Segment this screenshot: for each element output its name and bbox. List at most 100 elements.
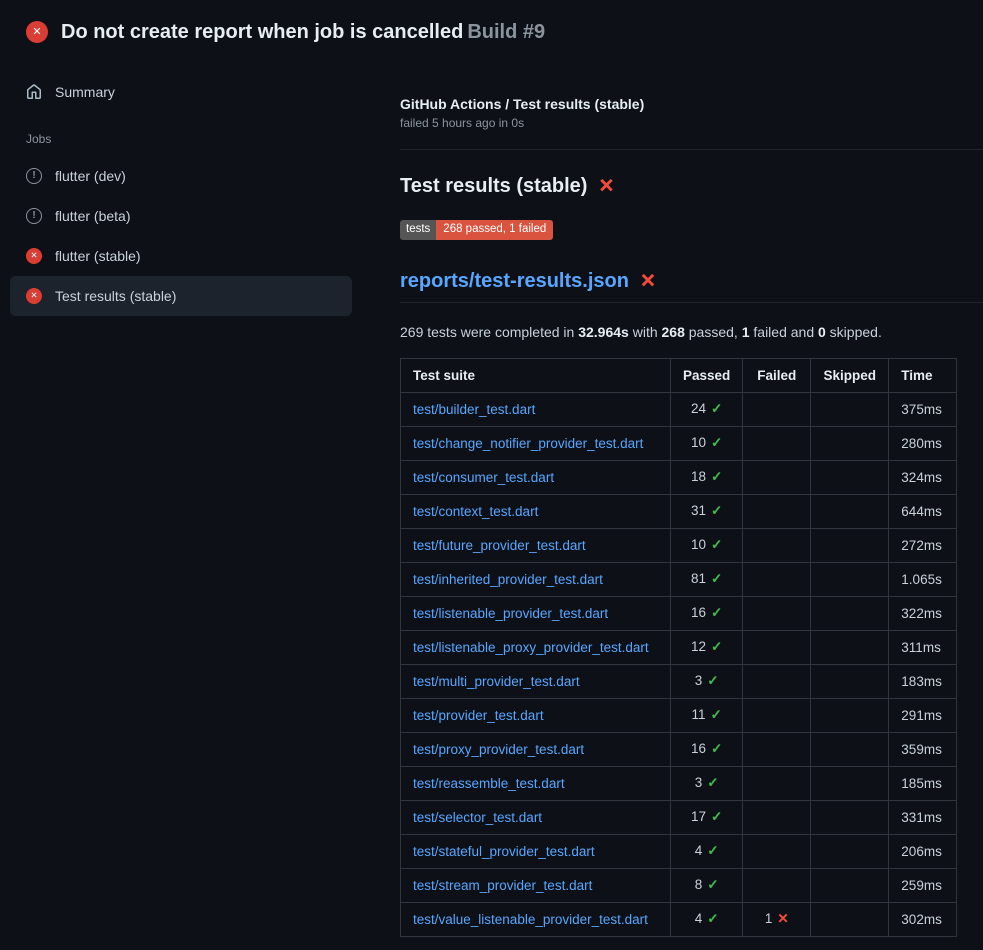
passed-cell: 18✓: [671, 460, 743, 494]
test-suite-row: test/builder_test.dart24✓375ms: [401, 392, 957, 426]
passed-cell: 10✓: [671, 426, 743, 460]
test-suite-link[interactable]: test/reassemble_test.dart: [413, 776, 565, 791]
test-suite-row: test/inherited_provider_test.dart81✓1.06…: [401, 562, 957, 596]
passed-cell-count: 10: [691, 435, 706, 450]
sidebar-item-job[interactable]: !flutter (dev): [10, 156, 352, 196]
results-table-header-row: Test suite Passed Failed Skipped Time: [401, 358, 957, 392]
passed-cell-count: 81: [691, 571, 706, 586]
jobs-heading: Jobs: [10, 112, 352, 156]
time-cell: 259ms: [889, 868, 957, 902]
layout: Summary Jobs !flutter (dev)!flutter (bet…: [0, 46, 983, 937]
time-cell: 185ms: [889, 766, 957, 800]
suite-cell: test/multi_provider_test.dart: [401, 664, 671, 698]
failed-x-icon: ✕: [598, 177, 614, 196]
test-suite-link[interactable]: test/consumer_test.dart: [413, 470, 554, 485]
test-suite-link[interactable]: test/inherited_provider_test.dart: [413, 572, 603, 587]
failed-cell: [743, 426, 811, 460]
home-icon: [26, 84, 42, 100]
test-suite-link[interactable]: test/context_test.dart: [413, 504, 538, 519]
passed-cell-count: 8: [695, 877, 703, 892]
sidebar-item-job[interactable]: !flutter (beta): [10, 196, 352, 236]
test-suite-link[interactable]: test/proxy_provider_test.dart: [413, 742, 584, 757]
time-cell: 311ms: [889, 630, 957, 664]
suite-cell: test/builder_test.dart: [401, 392, 671, 426]
sidebar: Summary Jobs !flutter (dev)!flutter (bet…: [0, 46, 380, 316]
check-icon: ✓: [707, 673, 718, 689]
test-suite-row: test/listenable_provider_test.dart16✓322…: [401, 596, 957, 630]
check-run-page: ✕ Do not create report when job is cance…: [0, 0, 983, 937]
test-suite-link[interactable]: test/value_listenable_provider_test.dart: [413, 912, 648, 927]
test-suite-row: test/change_notifier_provider_test.dart 1…: [401, 426, 957, 460]
summary-failed-count: 1: [742, 324, 750, 340]
time-cell: 644ms: [889, 494, 957, 528]
passed-cell: 4✓: [671, 902, 743, 936]
passed-cell: 16 ✓: [671, 732, 743, 766]
job-label: flutter (beta): [55, 208, 130, 224]
check-icon: ✓: [711, 809, 722, 825]
summary-passed-count: 268: [662, 324, 685, 340]
report-file-link[interactable]: reports/test-results.json: [400, 270, 629, 293]
test-suite-link[interactable]: test/listenable_provider_test.dart: [413, 606, 608, 621]
skipped-cell: [811, 596, 889, 630]
jobs-list: !flutter (dev)!flutter (beta)✕flutter (s…: [10, 156, 352, 316]
time-cell: 280ms: [889, 426, 957, 460]
check-icon: ✓: [711, 503, 722, 519]
passed-cell-count: 10: [691, 537, 706, 552]
run-failed-icon: ✕: [26, 21, 48, 43]
test-suite-link[interactable]: test/builder_test.dart: [413, 402, 535, 417]
check-icon: ✓: [711, 401, 722, 417]
cross-icon: ✕: [777, 911, 788, 927]
skipped-cell: [811, 528, 889, 562]
failed-status-icon: ✕: [26, 288, 42, 304]
passed-cell-count: 16: [691, 741, 706, 756]
run-status-line: failed 5 hours ago in 0s: [400, 116, 983, 130]
skipped-cell: [811, 902, 889, 936]
summary-skipped-count: 0: [818, 324, 826, 340]
time-cell: 291ms: [889, 698, 957, 732]
check-icon: ✓: [707, 911, 718, 927]
skipped-cell: [811, 698, 889, 732]
run-header: ✕ Do not create report when job is cance…: [0, 0, 983, 46]
passed-cell: 4✓: [671, 834, 743, 868]
breadcrumb: GitHub Actions / Test results (stable): [400, 96, 983, 112]
report-heading: reports/test-results.json ✕: [400, 270, 983, 303]
test-suite-link[interactable]: test/provider_test.dart: [413, 708, 544, 723]
passed-cell-count: 16: [691, 605, 706, 620]
passed-cell-count: 4: [695, 843, 703, 858]
test-suite-link[interactable]: test/listenable_proxy_provider_test.dart: [413, 640, 649, 655]
section-title-text: Test results (stable): [400, 174, 587, 198]
failed-cell: [743, 528, 811, 562]
test-suite-link[interactable]: test/future_provider_test.dart: [413, 538, 586, 553]
time-cell: 375ms: [889, 392, 957, 426]
test-suite-row: test/value_listenable_provider_test.dart…: [401, 902, 957, 936]
test-suite-link[interactable]: test/stream_provider_test.dart: [413, 878, 592, 893]
test-suite-row: test/reassemble_test.dart 3✓ 185ms: [401, 766, 957, 800]
run-title-text: Do not create report when job is cancell…: [61, 21, 463, 43]
badge-value: 268 passed, 1 failed: [436, 220, 553, 240]
skipped-cell: [811, 766, 889, 800]
check-icon: ✓: [711, 741, 722, 757]
sidebar-item-job[interactable]: ✕Test results (stable): [10, 276, 352, 316]
test-suite-row: test/proxy_provider_test.dart 16 ✓ 359ms: [401, 732, 957, 766]
sidebar-item-summary[interactable]: Summary: [10, 72, 352, 112]
suite-cell: test/inherited_provider_test.dart: [401, 562, 671, 596]
test-suite-link[interactable]: test/stateful_provider_test.dart: [413, 844, 595, 859]
test-suite-row: test/provider_test.dart11✓291ms: [401, 698, 957, 732]
time-cell: 359ms: [889, 732, 957, 766]
failed-cell: [743, 562, 811, 596]
passed-cell: 12✓: [671, 630, 743, 664]
col-header-passed: Passed: [671, 358, 743, 392]
passed-cell: 3✓: [671, 766, 743, 800]
test-suite-row: test/stream_provider_test.dart8✓259ms: [401, 868, 957, 902]
test-suite-link[interactable]: test/change_notifier_provider_test.dart: [413, 436, 643, 451]
failed-cell: [743, 596, 811, 630]
skipped-cell: [811, 868, 889, 902]
passed-cell-count: 4: [695, 911, 703, 926]
summary-duration: 32.964s: [578, 324, 629, 340]
failed-cell: [743, 732, 811, 766]
test-suite-link[interactable]: test/selector_test.dart: [413, 810, 542, 825]
sidebar-item-job[interactable]: ✕flutter (stable): [10, 236, 352, 276]
col-header-failed: Failed: [743, 358, 811, 392]
col-header-time: Time: [889, 358, 957, 392]
test-suite-link[interactable]: test/multi_provider_test.dart: [413, 674, 580, 689]
